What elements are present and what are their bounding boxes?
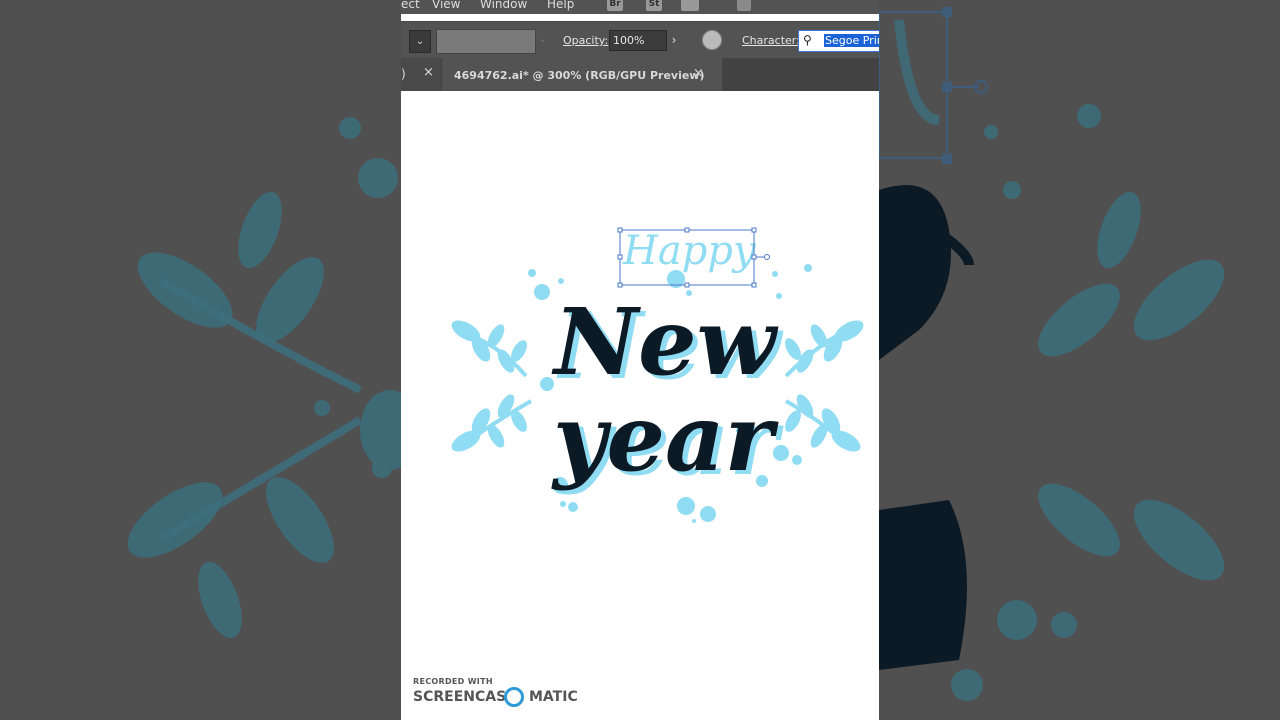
menu-help[interactable]: Help: [547, 0, 574, 11]
screencast-logo-icon: [504, 687, 524, 707]
chevron-right-icon[interactable]: ›: [667, 30, 681, 51]
menu-window[interactable]: Window: [480, 0, 527, 11]
leaf-pattern-left: [127, 117, 401, 639]
blurred-background-left: [0, 0, 401, 720]
font-family-input[interactable]: ⚲ Segoe Print: [798, 30, 879, 52]
illustrator-window: ect View Window Help Br St ⌄ ⌄ Opacity: …: [401, 0, 879, 720]
close-icon[interactable]: ×: [423, 65, 434, 80]
left-leaf-sprigs: [451, 320, 532, 452]
watermark-matic: MATIC: [529, 689, 578, 705]
right-leaf-sprigs: [784, 320, 864, 452]
bridge-icon[interactable]: Br: [607, 0, 623, 11]
recolor-artwork-icon[interactable]: [702, 30, 722, 50]
tab-previous-document[interactable]: ) ×: [401, 58, 441, 91]
menu-view[interactable]: View: [432, 0, 460, 11]
blurred-background-right: [879, 0, 1280, 720]
tab-active-document[interactable]: 4694762.ai* @ 300% (RGB/GPU Preview) ×: [442, 58, 722, 91]
menu-select[interactable]: ect: [401, 0, 420, 11]
watermark-recorded-with: RECORDED WITH: [413, 677, 493, 686]
search-icon: ⚲: [803, 33, 812, 47]
style-dropdown-chevron-icon[interactable]: ⌄: [538, 32, 547, 45]
gpu-performance-icon[interactable]: [737, 0, 751, 11]
menu-bar: ect View Window Help Br St: [401, 0, 879, 14]
close-icon[interactable]: ×: [693, 66, 704, 81]
control-bar: ⌄ ⌄ Opacity: 100% › Character: ⚲ Segoe P…: [401, 21, 879, 59]
watermark-screencast: SCREENCAST: [413, 689, 516, 705]
screencast-watermark: RECORDED WITH SCREENCAST MATIC: [413, 677, 578, 707]
artboard-canvas[interactable]: Happy New New year year: [401, 91, 879, 720]
tab-label: ): [401, 67, 406, 81]
year-text[interactable]: year: [551, 384, 780, 492]
style-swatch[interactable]: [436, 29, 536, 54]
font-family-value: Segoe Print: [824, 34, 879, 47]
new-text[interactable]: New: [551, 288, 779, 396]
new-year-artwork: Happy New New year year: [451, 227, 864, 523]
opacity-input[interactable]: 100%: [609, 30, 667, 51]
arrange-documents-icon[interactable]: [681, 0, 699, 11]
chevron-down-icon[interactable]: ⌄: [409, 30, 431, 53]
opacity-label[interactable]: Opacity:: [563, 34, 608, 47]
character-label[interactable]: Character:: [742, 34, 800, 47]
document-tab-bar: ) × 4694762.ai* @ 300% (RGB/GPU Preview)…: [401, 58, 879, 91]
leaf-pattern-right: [879, 7, 1225, 701]
happy-text[interactable]: Happy: [622, 228, 757, 274]
tab-label: 4694762.ai* @ 300% (RGB/GPU Preview): [454, 69, 705, 82]
stock-icon[interactable]: St: [646, 0, 662, 11]
